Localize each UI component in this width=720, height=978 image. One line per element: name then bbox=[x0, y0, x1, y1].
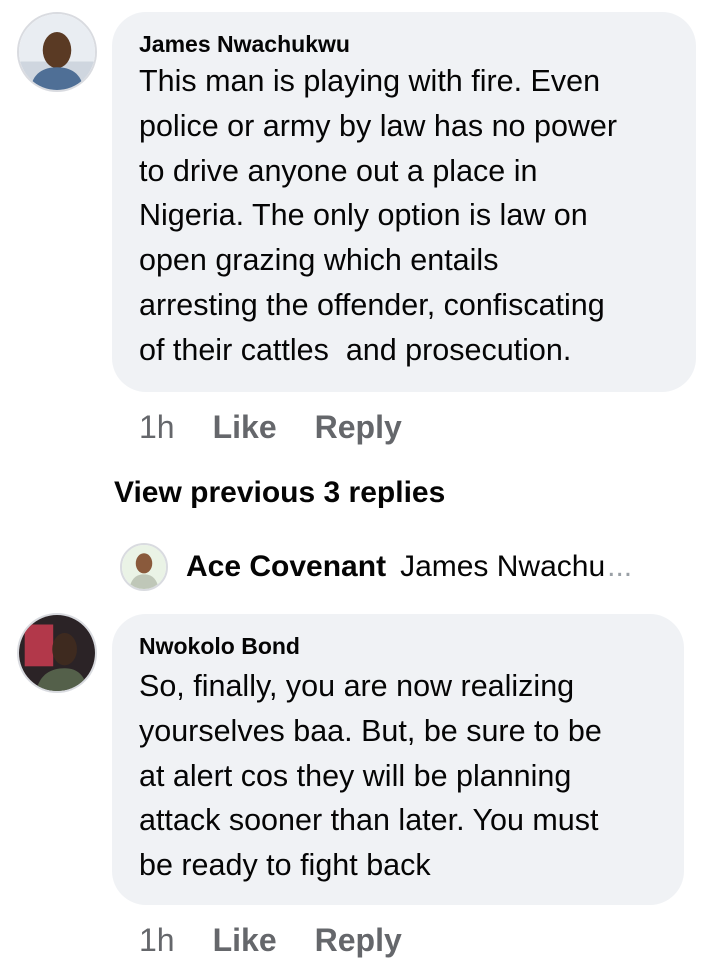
comment-1-like-button[interactable]: Like bbox=[213, 409, 277, 446]
reply-preview[interactable]: Ace Covenant James Nwachu ... bbox=[120, 543, 680, 591]
comment-2-like-button[interactable]: Like bbox=[213, 922, 277, 959]
comment-1-actions: 1h Like Reply bbox=[139, 407, 402, 447]
view-previous-replies-link[interactable]: View previous 3 replies bbox=[114, 476, 445, 510]
profile-photo-icon bbox=[19, 14, 95, 90]
comment-2-avatar[interactable] bbox=[17, 613, 97, 693]
comment-2-bubble: Nwokolo Bond So, finally, you are now re… bbox=[112, 614, 684, 905]
profile-photo-icon bbox=[122, 545, 166, 589]
comment-2-text: So, finally, you are now realizing yours… bbox=[139, 669, 602, 883]
comment-1-text: This man is playing with fire. Even poli… bbox=[139, 64, 618, 367]
reply-preview-ellipsis: ... bbox=[607, 550, 633, 583]
comment-1-avatar[interactable] bbox=[17, 12, 97, 92]
profile-photo-icon bbox=[19, 615, 95, 691]
reply-preview-avatar bbox=[120, 543, 168, 591]
reply-preview-snippet: James Nwachu bbox=[400, 550, 606, 583]
comment-1-author[interactable]: James Nwachukwu bbox=[139, 31, 350, 57]
comment-1-reply-button[interactable]: Reply bbox=[315, 409, 402, 446]
comment-1-bubble: James Nwachukwu This man is playing with… bbox=[112, 12, 696, 392]
comment-2-time[interactable]: 1h bbox=[139, 922, 175, 959]
comment-2-actions: 1h Like Reply bbox=[139, 920, 402, 960]
comment-1-time[interactable]: 1h bbox=[139, 409, 175, 446]
comment-2-reply-button[interactable]: Reply bbox=[315, 922, 402, 959]
reply-preview-author[interactable]: Ace Covenant bbox=[186, 550, 386, 584]
comment-2-author[interactable]: Nwokolo Bond bbox=[139, 633, 300, 659]
